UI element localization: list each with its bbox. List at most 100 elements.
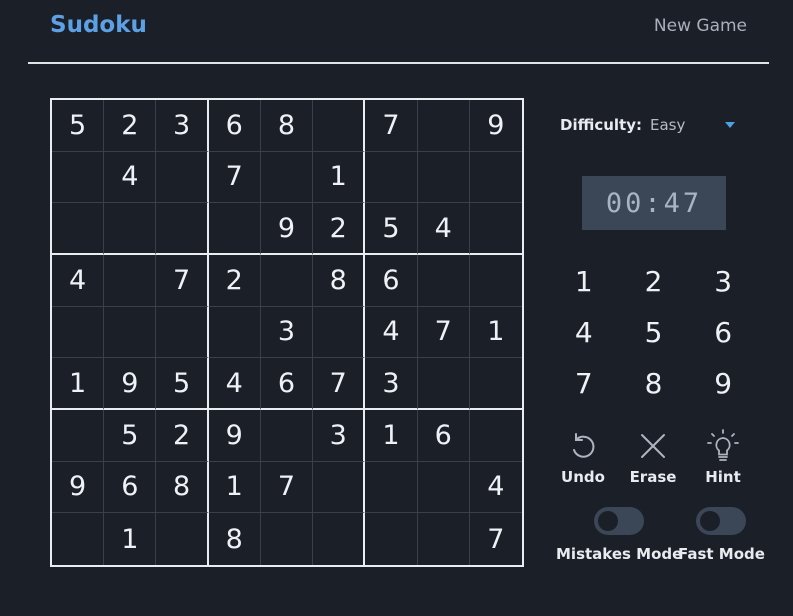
board-cell[interactable]: 7	[156, 255, 209, 307]
board-cell[interactable]	[469, 358, 522, 410]
board-cell[interactable]	[52, 513, 105, 565]
board-cell[interactable]: 9	[52, 461, 105, 514]
board-cell[interactable]	[469, 203, 522, 255]
board-cell[interactable]: 3	[313, 410, 366, 462]
board-cell[interactable]	[104, 255, 157, 307]
board-cell[interactable]: 8	[209, 513, 261, 565]
board-cell[interactable]: 3	[260, 306, 314, 359]
board-cell[interactable]	[469, 410, 522, 462]
board-cell[interactable]: 5	[156, 358, 209, 410]
board-cell[interactable]	[365, 513, 418, 565]
board-cell[interactable]: 5	[104, 410, 157, 462]
board-cell[interactable]: 6	[104, 461, 157, 514]
board-cell[interactable]	[208, 306, 261, 359]
board-cell[interactable]: 6	[208, 100, 261, 152]
board-cell[interactable]	[104, 203, 157, 255]
board-cell[interactable]: 7	[470, 513, 522, 565]
board-cell[interactable]: 4	[104, 151, 157, 204]
numpad-key-6[interactable]: 6	[688, 307, 758, 358]
board-cell[interactable]	[469, 152, 522, 204]
board-cell[interactable]: 8	[313, 255, 366, 307]
board-cell[interactable]	[417, 151, 470, 204]
board-cell[interactable]: 2	[156, 410, 209, 462]
board-cell[interactable]: 2	[104, 100, 157, 152]
board-cell[interactable]: 4	[469, 462, 522, 514]
board-cell[interactable]	[365, 151, 418, 204]
board-cell[interactable]: 9	[104, 358, 157, 410]
board-cell[interactable]: 4	[365, 306, 418, 359]
board-cell[interactable]	[313, 306, 366, 359]
board-cell[interactable]: 6	[417, 410, 470, 462]
numpad-key-4[interactable]: 4	[549, 307, 619, 358]
erase-button[interactable]: Erase	[618, 428, 688, 486]
board-cell[interactable]: 6	[365, 255, 418, 307]
board-cell[interactable]: 9	[260, 203, 314, 255]
numpad-key-3[interactable]: 3	[688, 256, 758, 307]
board-cell[interactable]: 6	[260, 358, 314, 410]
board-cell[interactable]: 7	[260, 461, 314, 514]
board-cell[interactable]	[156, 306, 209, 359]
fast-mode-control: Fast Mode	[678, 507, 765, 563]
numpad-key-1[interactable]: 1	[549, 256, 619, 307]
board-cell[interactable]: 3	[156, 100, 209, 152]
numpad-key-5[interactable]: 5	[619, 307, 689, 358]
difficulty-select[interactable]: Easy	[650, 116, 735, 134]
board-cell[interactable]	[417, 461, 470, 514]
board-cell[interactable]	[156, 203, 209, 255]
board-cell[interactable]: 1	[208, 461, 261, 514]
board-cell[interactable]: 5	[365, 203, 418, 255]
board-cell[interactable]: 1	[365, 410, 418, 462]
board-cell[interactable]	[365, 461, 418, 514]
board-cell[interactable]: 7	[208, 151, 261, 204]
board-cell[interactable]	[156, 513, 209, 565]
numpad-key-7[interactable]: 7	[549, 358, 619, 409]
board-cell[interactable]	[313, 513, 366, 565]
board-cell[interactable]	[52, 410, 105, 462]
numpad-key-2[interactable]: 2	[619, 256, 689, 307]
board-cell[interactable]	[417, 358, 470, 410]
difficulty-value: Easy	[650, 116, 686, 134]
board-cell[interactable]: 8	[156, 461, 209, 514]
board-cell[interactable]: 3	[365, 358, 418, 410]
board-cell[interactable]: 1	[313, 151, 366, 204]
board-cell[interactable]: 1	[104, 513, 157, 565]
board-cell[interactable]	[313, 100, 366, 152]
board-cell[interactable]	[52, 151, 105, 204]
new-game-button[interactable]: New Game	[654, 16, 747, 36]
board-cell[interactable]	[417, 100, 470, 152]
board-cell[interactable]	[52, 203, 105, 255]
board-cell[interactable]	[260, 410, 314, 462]
board-cell[interactable]: 2	[208, 255, 261, 307]
board-cell[interactable]	[261, 513, 314, 565]
board-cell[interactable]	[313, 461, 366, 514]
undo-button[interactable]: Undo	[548, 428, 618, 486]
board-cell[interactable]	[418, 513, 470, 565]
board-cell[interactable]: 7	[417, 306, 470, 359]
board-cell[interactable]	[156, 151, 209, 204]
board-cell[interactable]: 4	[417, 203, 470, 255]
board-cell[interactable]: 9	[469, 100, 522, 152]
board-cell[interactable]	[260, 151, 314, 204]
undo-icon	[548, 428, 618, 464]
board-cell[interactable]: 9	[208, 410, 261, 462]
board-cell[interactable]	[417, 255, 470, 307]
board-cell[interactable]	[208, 203, 261, 255]
board-cell[interactable]: 5	[52, 100, 105, 152]
board-cell[interactable]	[469, 255, 522, 307]
numpad-key-8[interactable]: 8	[619, 358, 689, 409]
board-cell[interactable]: 4	[52, 255, 105, 307]
board-cell[interactable]	[260, 255, 314, 307]
board-cell[interactable]: 1	[52, 358, 105, 410]
numpad-key-9[interactable]: 9	[688, 358, 758, 409]
board-cell[interactable]: 7	[313, 358, 366, 410]
hint-button[interactable]: Hint	[688, 428, 758, 486]
board-cell[interactable]: 4	[208, 358, 261, 410]
board-cell[interactable]: 2	[313, 203, 366, 255]
board-cell[interactable]	[104, 306, 157, 359]
fast-mode-toggle[interactable]	[696, 507, 747, 535]
board-cell[interactable]: 1	[469, 307, 522, 359]
board-cell[interactable]: 8	[260, 100, 314, 152]
board-cell[interactable]: 7	[365, 100, 418, 152]
mistakes-mode-toggle[interactable]	[594, 507, 645, 535]
board-cell[interactable]	[52, 306, 105, 359]
